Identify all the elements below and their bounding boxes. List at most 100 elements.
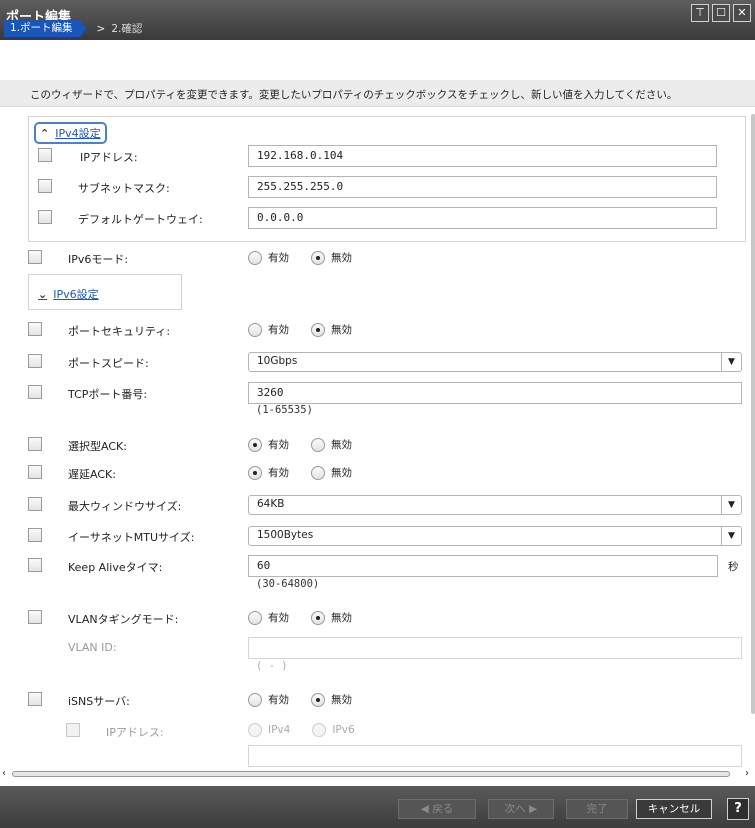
port-security-disable-label: 無効 <box>331 324 352 336</box>
maximize-icon[interactable]: ☐ <box>712 4 730 22</box>
ipv4-section-toggle[interactable]: ⌃ IPv4設定 <box>34 122 107 144</box>
ethernet-mtu-row: イーサネットMTUサイズ: 1500Bytes ▼ <box>0 524 750 548</box>
vlan-id-label: VLAN ID: <box>68 641 117 654</box>
scroll-left-icon[interactable]: ‹ <box>2 768 6 779</box>
ipv4-gateway-input[interactable]: 0.0.0.0 <box>248 207 717 229</box>
vlan-tagging-disable-label: 無効 <box>331 612 352 624</box>
isns-server-row: iSNSサーバ: 有効 無効 <box>0 688 750 712</box>
port-security-radios: 有効 無効 <box>248 322 368 337</box>
ipv4-ip-row: IPアドレス: 192.168.0.104 <box>0 144 750 168</box>
port-speed-checkbox[interactable] <box>28 354 42 368</box>
cancel-button[interactable]: キャンセル <box>636 799 712 819</box>
ethernet-mtu-label: イーサネットMTUサイズ: <box>68 531 195 544</box>
port-security-row: ポートセキュリティ: 有効 無効 <box>0 318 750 342</box>
delayed-ack-enable-radio[interactable] <box>248 465 262 480</box>
ipv4-gateway-row: デフォルトゲートウェイ: 0.0.0.0 <box>0 206 750 230</box>
selective-ack-checkbox[interactable] <box>28 437 42 451</box>
ipv4-subnet-checkbox[interactable] <box>38 179 52 193</box>
help-button[interactable]: ? <box>727 798 749 820</box>
keep-alive-input[interactable]: 60 <box>248 555 718 577</box>
keep-alive-range: (30-64800) <box>256 578 320 590</box>
back-button[interactable]: ◀ 戻る <box>398 799 476 819</box>
max-window-select[interactable]: 64KB ▼ <box>248 495 742 515</box>
isns-ip-ipv4-radio[interactable] <box>248 723 262 737</box>
vlan-tagging-checkbox[interactable] <box>28 610 42 624</box>
isns-server-label: iSNSサーバ: <box>68 695 130 708</box>
vlan-tagging-disable-radio[interactable] <box>311 610 325 625</box>
keep-alive-label: Keep Aliveタイマ: <box>68 561 163 574</box>
pin-icon[interactable]: ⊤ <box>691 4 709 22</box>
ipv6-mode-radios: 有効 無効 <box>248 250 368 265</box>
isns-server-enable-radio[interactable] <box>248 692 262 707</box>
port-security-checkbox[interactable] <box>28 322 42 336</box>
ipv6-mode-checkbox[interactable] <box>28 250 42 264</box>
finish-button[interactable]: 完了 <box>566 799 628 819</box>
vlan-tagging-enable-radio[interactable] <box>248 610 262 625</box>
dropdown-arrow-icon[interactable]: ▼ <box>721 527 741 545</box>
ipv6-mode-label: IPv6モード: <box>68 253 129 266</box>
dropdown-arrow-icon[interactable]: ▼ <box>721 353 741 371</box>
selective-ack-disable-radio[interactable] <box>311 437 325 452</box>
tcp-port-input[interactable]: 3260 <box>248 382 742 404</box>
ipv4-ip-input[interactable]: 192.168.0.104 <box>248 145 717 167</box>
ethernet-mtu-select[interactable]: 1500Bytes ▼ <box>248 526 742 546</box>
dropdown-arrow-icon[interactable]: ▼ <box>721 496 741 514</box>
selective-ack-enable-label: 有効 <box>268 439 289 451</box>
selective-ack-enable-radio[interactable] <box>248 437 262 452</box>
ipv6-mode-disable-radio[interactable] <box>311 250 325 265</box>
ethernet-mtu-checkbox[interactable] <box>28 528 42 542</box>
form-content: ⌃ IPv4設定 IPアドレス: 192.168.0.104 サブネットマスク:… <box>0 108 750 768</box>
wizard-description: このウィザードで、プロパティを変更できます。変更したいプロパティのチェックボック… <box>0 80 755 107</box>
scroll-right-icon[interactable]: › <box>745 768 749 779</box>
ipv4-ip-checkbox[interactable] <box>38 148 52 162</box>
isns-ip-ipv4-label: IPv4 <box>268 724 291 736</box>
vlan-tagging-label: VLANタギングモード: <box>68 613 179 626</box>
isns-server-disable-label: 無効 <box>331 694 352 706</box>
selective-ack-radios: 有効 無効 <box>248 437 368 452</box>
horizontal-scrollbar[interactable]: ‹ › <box>0 768 755 780</box>
tcp-port-checkbox[interactable] <box>28 385 42 399</box>
port-security-disable-radio[interactable] <box>311 322 325 337</box>
vlan-id-range: ( - ) <box>256 660 288 672</box>
isns-ip-checkbox[interactable] <box>66 723 80 737</box>
ipv4-gateway-checkbox[interactable] <box>38 210 52 224</box>
vertical-scroll-thumb[interactable] <box>751 114 755 714</box>
delayed-ack-radios: 有効 無効 <box>248 465 368 480</box>
keep-alive-row: Keep Aliveタイマ: 60 秒 <box>0 554 750 578</box>
vlan-tagging-enable-label: 有効 <box>268 612 289 624</box>
port-speed-select[interactable]: 10Gbps ▼ <box>248 352 742 372</box>
isns-ip-ipv6-radio[interactable] <box>312 723 327 737</box>
vlan-id-input[interactable] <box>248 637 742 659</box>
isns-ip-input[interactable] <box>248 745 742 767</box>
isns-server-disable-radio[interactable] <box>311 692 325 707</box>
max-window-row: 最大ウィンドウサイズ: 64KB ▼ <box>0 493 750 517</box>
isns-server-checkbox[interactable] <box>28 692 42 706</box>
selective-ack-disable-label: 無効 <box>331 439 352 451</box>
ipv6-mode-enable-radio[interactable] <box>248 250 262 265</box>
isns-ip-label: IPアドレス: <box>106 726 164 739</box>
ipv4-ip-label: IPアドレス: <box>80 151 138 164</box>
vlan-id-row: VLAN ID: <box>0 636 750 660</box>
breadcrumb-step-edit: 1.ポート編集 <box>4 20 87 37</box>
vlan-tagging-radios: 有効 無効 <box>248 610 368 625</box>
max-window-checkbox[interactable] <box>28 497 42 511</box>
chevron-up-icon: ⌃ <box>40 126 50 140</box>
selective-ack-row: 選択型ACK: 有効 無効 <box>0 433 750 457</box>
isns-server-enable-label: 有効 <box>268 694 289 706</box>
breadcrumb: 1.ポート編集 > 2.確認 <box>4 20 142 37</box>
close-icon[interactable]: ✕ <box>733 4 751 22</box>
next-button[interactable]: 次へ ▶ <box>488 799 554 819</box>
vertical-scrollbar[interactable] <box>750 108 755 758</box>
ipv4-subnet-input[interactable]: 255.255.255.0 <box>248 176 717 198</box>
ipv6-section-toggle[interactable]: ⌄ IPv6設定 <box>38 286 99 302</box>
ipv4-subnet-row: サブネットマスク: 255.255.255.0 <box>0 175 750 199</box>
port-security-enable-radio[interactable] <box>248 322 262 337</box>
delayed-ack-enable-label: 有効 <box>268 467 289 479</box>
wizard-footer: ◀ 戻る 次へ ▶ 完了 キャンセル ? <box>0 786 755 828</box>
delayed-ack-disable-radio[interactable] <box>311 465 325 480</box>
keep-alive-checkbox[interactable] <box>28 558 42 572</box>
ethernet-mtu-value: 1500Bytes <box>257 529 314 541</box>
ipv6-mode-enable-label: 有効 <box>268 252 289 264</box>
delayed-ack-checkbox[interactable] <box>28 465 42 479</box>
horizontal-scroll-thumb[interactable] <box>12 771 730 777</box>
